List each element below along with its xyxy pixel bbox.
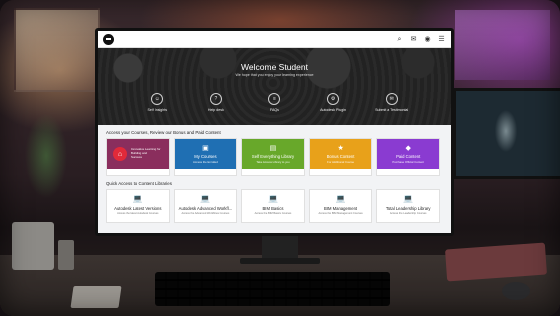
hero-link-testimonial[interactable]: ✉ Submit a Testimonial — [372, 93, 412, 112]
mug — [58, 240, 74, 270]
monitor: ⌕ ✉ ◉ ☰ Welcome Student We hope that you… — [95, 28, 454, 236]
quick-card-desc: Access the Advanced Workflows Courses — [181, 212, 230, 215]
courses-section: Access your Courses, Review our Bonus an… — [98, 130, 451, 223]
hero-link-label: FAQs — [269, 108, 279, 112]
secondary-monitor — [453, 88, 560, 179]
hero-link-label: Help desk — [207, 108, 224, 112]
card-my-courses[interactable]: ▣ My Courses Access the Enrolled — [173, 138, 238, 176]
background-window-lit — [455, 10, 550, 80]
hero-links: ☺ Self Insights ? Help desk ≡ FAQs ⚙ Aut… — [98, 93, 451, 112]
monitor-stand — [262, 234, 298, 260]
hero-banner: Welcome Student We hope that you enjoy y… — [98, 48, 451, 125]
quick-card-title: BIM Management — [324, 206, 358, 211]
quick-card-title: Autodesk Latest Versions — [114, 206, 162, 211]
card-desc: Access the Enrolled — [193, 159, 218, 164]
star-icon: ★ — [337, 144, 344, 152]
quick-access-cards: 💻 Autodesk Latest Versions Access the la… — [106, 189, 443, 223]
quick-card[interactable]: 💻 Autodesk Advanced Workfl... Access the… — [173, 189, 238, 223]
laptop-icon: 💻 — [403, 194, 414, 203]
user-insight-icon: ☺ — [151, 93, 164, 105]
card-self-everything-library[interactable]: ▤ Self Everything Library Take Access Li… — [241, 138, 305, 176]
hero-title: Welcome Student — [241, 62, 308, 72]
figure-render — [486, 101, 526, 161]
quick-card-desc: Access the BIM Basics Courses — [254, 212, 292, 215]
hero-link-label: Submit a Testimonial — [375, 108, 409, 112]
laptop-icon: 💻 — [132, 194, 143, 203]
quick-card[interactable]: 💻 Total Leadership Library Access the Le… — [376, 189, 440, 223]
card-banner: ▤ Self Everything Library Take Access Li… — [242, 139, 304, 169]
quick-card-title: Autodesk Advanced Workfl... — [178, 206, 233, 211]
card-title: My Courses — [194, 153, 217, 159]
message-icon[interactable]: ✉ — [409, 36, 418, 43]
section-title: Quick Access to Content Libraries — [106, 181, 172, 186]
card-banner: ▣ My Courses Access the Enrolled — [174, 139, 237, 169]
card-desc: For Additional Course — [327, 159, 355, 164]
hero-subtitle: We hope that you enjoy your learning exp… — [235, 73, 314, 77]
diamond-icon: ◆ — [405, 144, 411, 152]
top-bar: ⌕ ✉ ◉ ☰ — [98, 31, 451, 48]
quick-card-desc: Access the BIM Management Courses — [318, 212, 363, 215]
top-bar-icons: ⌕ ✉ ◉ ☰ — [395, 36, 446, 43]
hero-link-autodesk-plugin[interactable]: ⚙ Autodesk Plugin — [313, 93, 353, 112]
monitor-stand-base — [240, 258, 320, 264]
featured-text: Innovative Learning for Building and Suc… — [131, 147, 161, 159]
laptop-icon: 💻 — [200, 194, 211, 203]
pen-holder — [12, 222, 54, 270]
hero-link-self-insights[interactable]: ☺ Self Insights — [137, 93, 177, 112]
quick-card-desc: Access the Leadership Courses — [389, 212, 427, 215]
logo-icon[interactable] — [103, 33, 114, 45]
faq-icon: ≡ — [268, 93, 281, 105]
help-icon: ? — [209, 93, 222, 105]
background-window — [14, 8, 100, 92]
hero-link-label: Self Insights — [147, 108, 168, 112]
card-desc: Take Access Library to you — [256, 159, 290, 164]
mouse — [502, 282, 530, 300]
quick-card-title: BIM Basics — [262, 206, 284, 211]
menu-icon[interactable]: ☰ — [437, 36, 446, 43]
hero-link-label: Autodesk Plugin — [320, 108, 347, 112]
testimonial-icon: ✉ — [385, 93, 398, 105]
keyboard — [155, 272, 390, 306]
search-icon[interactable]: ⌕ — [395, 36, 404, 43]
card-paid-content[interactable]: ◆ Paid Content Purchase Official Content — [376, 138, 440, 176]
quick-card-title: Total Leadership Library — [385, 206, 431, 211]
featured-card[interactable]: ⌂ Innovative Learning for Building and S… — [106, 138, 170, 176]
profile-icon[interactable]: ◉ — [423, 36, 432, 43]
card-title: Paid Content — [396, 153, 421, 159]
card-banner: ◆ Paid Content Purchase Official Content — [377, 139, 439, 169]
quick-card[interactable]: 💻 Autodesk Latest Versions Access the la… — [106, 189, 170, 223]
library-icon: ▤ — [269, 144, 277, 152]
card-title: Bonus Content — [326, 153, 355, 159]
card-desc: Purchase Official Content — [392, 159, 424, 164]
featured-card-banner: ⌂ Innovative Learning for Building and S… — [107, 139, 169, 169]
phone — [70, 286, 122, 308]
card-title: Self Everything Library — [251, 153, 295, 159]
hero-link-help-desk[interactable]: ? Help desk — [196, 93, 236, 112]
screen: ⌕ ✉ ◉ ☰ Welcome Student We hope that you… — [98, 31, 451, 233]
section-title: Access your Courses, Review our Bonus an… — [106, 130, 221, 135]
course-cards: ⌂ Innovative Learning for Building and S… — [106, 138, 443, 176]
courses-icon: ▣ — [202, 144, 209, 152]
plugin-icon: ⚙ — [327, 93, 340, 105]
card-banner: ★ Bonus Content For Additional Course — [309, 139, 372, 169]
laptop-icon: 💻 — [335, 194, 346, 203]
quick-card[interactable]: 💻 BIM Basics Access the BIM Basics Cours… — [241, 189, 305, 223]
hero-link-faqs[interactable]: ≡ FAQs — [254, 93, 294, 112]
laptop-icon: 💻 — [268, 194, 278, 203]
home-icon: ⌂ — [113, 147, 127, 161]
card-bonus-content[interactable]: ★ Bonus Content For Additional Course — [308, 138, 373, 176]
quick-card-desc: Access the latest Autodesk Courses — [117, 212, 159, 215]
quick-card[interactable]: 💻 BIM Management Access the BIM Manageme… — [308, 189, 373, 223]
